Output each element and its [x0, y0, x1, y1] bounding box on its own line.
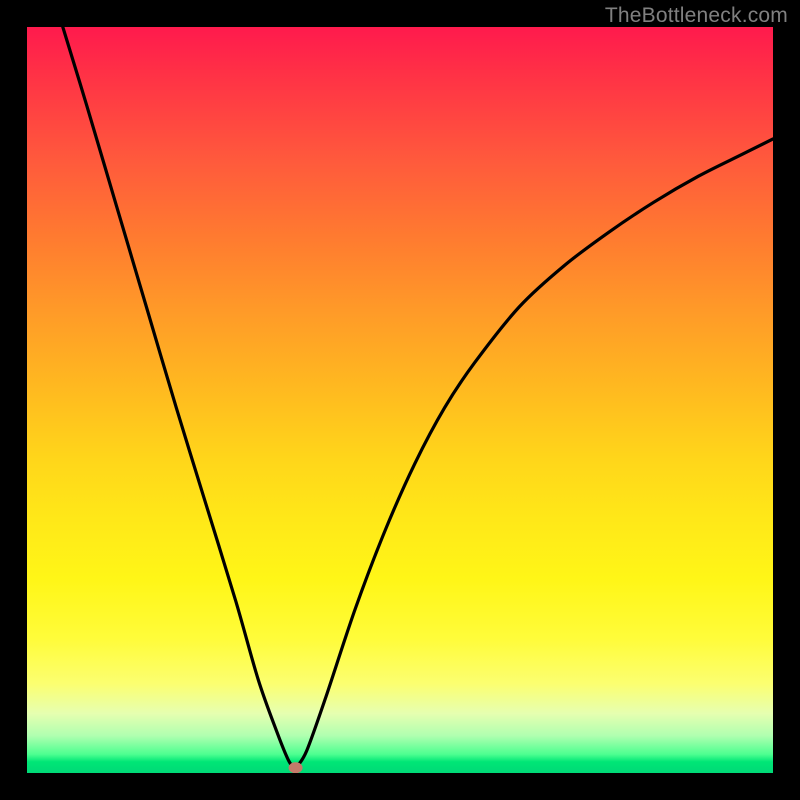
curve-layer — [27, 27, 773, 773]
minimum-marker — [289, 762, 303, 773]
chart-frame: TheBottleneck.com — [0, 0, 800, 800]
watermark-text: TheBottleneck.com — [605, 4, 788, 28]
bottleneck-curve — [63, 27, 773, 769]
plot-area — [27, 27, 773, 773]
